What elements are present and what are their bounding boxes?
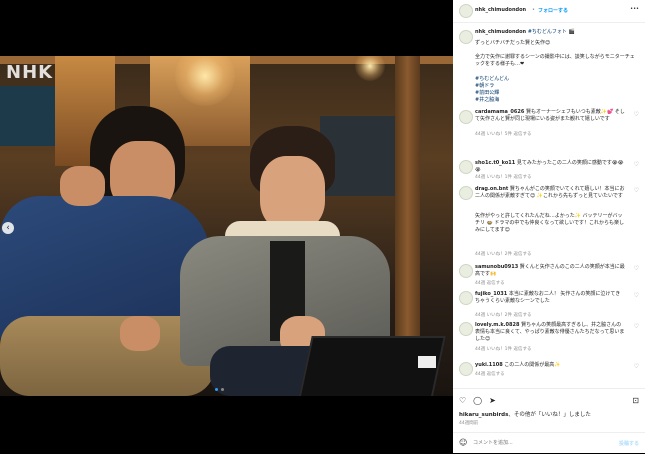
comment-body: この二人の関係が最高✨ — [504, 362, 561, 368]
comment-meta: 44週 いいね！2件 返信する — [475, 251, 531, 257]
like-icon[interactable]: ♡ — [459, 396, 466, 405]
emoji-icon[interactable]: ☺ — [459, 438, 467, 447]
reply-button[interactable]: 返信する — [513, 252, 531, 257]
caption-tag[interactable]: #前田公輝 — [475, 90, 635, 97]
caption-body: 全力で矢作に謝罪するシーンの撮影中には、談笑しながらモニターチェックをする様子も… — [475, 54, 635, 67]
comment-text: lovely.m.k.0828 賢ちゃんの笑顔最高すぎるし、井之脇さんの表情も本… — [475, 322, 625, 343]
comment-avatar[interactable] — [459, 362, 473, 376]
heart-icon[interactable]: ♡ — [634, 363, 639, 370]
likes-username[interactable]: hikaru_sunbirds — [459, 412, 508, 418]
comment-likes[interactable]: いいね！2件 — [487, 313, 512, 318]
share-icon[interactable]: ➤ — [489, 396, 496, 405]
comment-likes[interactable]: いいね！1件 — [487, 175, 512, 180]
comment-text: cardamama_0626 賢もオーナーシェフもいつも素敵✨💕 そして矢作さん… — [475, 109, 625, 123]
carousel-dot — [221, 388, 224, 391]
comment-text: yuki.1108 この二人の関係が最高✨ — [475, 362, 625, 369]
post-photo[interactable]: NHK ‹ — [0, 56, 453, 396]
reply-button[interactable]: 返信する — [513, 132, 531, 137]
comment-time: 44週 — [475, 175, 486, 180]
comment-avatar[interactable] — [459, 186, 473, 200]
heart-icon[interactable]: ♡ — [634, 292, 639, 299]
comment-likes[interactable]: いいね！1件 — [487, 347, 512, 352]
reply-button[interactable]: 返信する — [513, 347, 531, 352]
comment-meta: 44週 いいね！5件 返信する — [475, 131, 531, 137]
heart-icon[interactable]: ♡ — [634, 161, 639, 168]
comment-text: drag.on.bnt 賢ちゃんがこの笑顔でいてくれて嬉しい！本当にお二人の関係… — [475, 186, 625, 200]
header-username[interactable]: nhk_chimudondon — [475, 7, 526, 13]
post-sidebar: nhk_chimudondon • フォローする ••• nhk_chimudo… — [453, 0, 645, 453]
comment-username[interactable]: yuki.1108 — [475, 362, 503, 368]
caption: nhk_chimudondon #ちむどんフォト 🎬 — [475, 29, 635, 36]
comment-meta: 44週 いいね！1件 返信する — [475, 346, 531, 352]
comment-meta: 44週 いいね！2件 返信する — [475, 312, 531, 318]
caption-line: ずっとバチバチだった賢と矢作😊 — [475, 40, 551, 46]
post-comment-button[interactable]: 投稿する — [619, 440, 639, 447]
avatar[interactable] — [459, 4, 473, 18]
caption-tag[interactable]: #朝ドラ — [475, 83, 635, 90]
comment-avatar[interactable] — [459, 110, 473, 124]
reply-button[interactable]: 返信する — [513, 175, 531, 180]
follow-button[interactable]: フォローする — [538, 7, 568, 14]
heart-icon[interactable]: ♡ — [634, 323, 639, 330]
caption-username[interactable]: nhk_chimudondon — [475, 29, 526, 35]
comment-username[interactable]: cardamama_0626 — [475, 109, 524, 115]
comment-text: fujiko_1031 本当に素敵なお二人！ 矢作さんの笑顔に泣けてきちゃうくら… — [475, 291, 625, 305]
header-separator: • — [532, 7, 535, 13]
comment-icon[interactable]: ◯ — [473, 396, 482, 405]
reply-button[interactable]: 返信する — [487, 281, 505, 286]
comment-input[interactable] — [473, 438, 593, 448]
heart-icon[interactable]: ♡ — [634, 187, 639, 194]
carousel-dot — [215, 388, 218, 391]
carousel-dots — [215, 388, 224, 391]
reply-button[interactable]: 返信する — [487, 372, 505, 377]
post-header: nhk_chimudondon • フォローする ••• — [453, 0, 645, 23]
caption-hashtag[interactable]: #ちむどんフォト 🎬 — [528, 29, 575, 35]
comment-avatar[interactable] — [459, 291, 473, 305]
bookmark-icon[interactable]: ⊡ — [632, 396, 639, 405]
caption-tag[interactable]: #ちむどんどん — [475, 76, 635, 83]
divider — [453, 388, 645, 389]
comment-meta: 44週 返信する — [475, 280, 505, 286]
comment-time: 44週 — [475, 281, 486, 286]
post-date: 44週間前 — [459, 421, 479, 426]
comment-time: 44週 — [475, 252, 486, 257]
caption-avatar[interactable] — [459, 30, 473, 44]
post-actions: ♡ ◯ ➤ — [459, 396, 496, 405]
caption-tag[interactable]: #井之脇海 — [475, 97, 635, 104]
comment-time: 44週 — [475, 372, 486, 377]
comment-username[interactable]: lovely.m.k.0828 — [475, 322, 519, 328]
comment-avatar[interactable] — [459, 264, 473, 278]
heart-icon[interactable]: ♡ — [634, 111, 639, 118]
comment-likes[interactable]: いいね！2件 — [487, 252, 512, 257]
likes-summary[interactable]: hikaru_sunbirds、その他が「いいね！」しました — [459, 410, 591, 418]
comment-meta: 44週 返信する — [475, 371, 505, 377]
nhk-watermark: NHK — [6, 62, 54, 83]
carousel-prev-button[interactable]: ‹ — [2, 222, 14, 234]
ceiling-light-right — [355, 56, 385, 81]
comment-avatar[interactable] — [459, 322, 473, 336]
comment-text: 矢作がやっと許してくれたんだね…よかった✨ バッテリーがバッチリ 🍲 ドラマの中… — [475, 213, 625, 233]
comment-username[interactable]: drag.on.bnt — [475, 186, 508, 192]
comment-text: sho1c.t0_ko11 見てみたかったこの二人の笑顔に感動です😭😭😭 — [475, 160, 625, 174]
comment-text: samunobu0913 賢くんと矢作さんのこの二人の笑顔が本当に最高です🙌 — [475, 264, 625, 278]
comment-username[interactable]: sho1c.t0_ko11 — [475, 160, 515, 166]
likes-text: 、その他が「いいね！」しました — [508, 412, 591, 418]
comment-username[interactable]: fujiko_1031 — [475, 291, 507, 297]
heart-icon[interactable]: ♡ — [634, 265, 639, 272]
comment-time: 44週 — [475, 132, 486, 137]
comment-avatar[interactable] — [459, 160, 473, 174]
monitor-label — [418, 356, 436, 368]
reply-button[interactable]: 返信する — [513, 313, 531, 318]
comment-meta: 44週 いいね！1件 返信する — [475, 174, 531, 180]
comment-time: 44週 — [475, 347, 486, 352]
comment-username[interactable]: samunobu0913 — [475, 264, 518, 270]
comment-likes[interactable]: いいね！5件 — [487, 132, 512, 137]
more-options-icon[interactable]: ••• — [630, 6, 639, 12]
comment-bar: ☺ 投稿する — [453, 432, 645, 454]
comment-time: 44週 — [475, 313, 486, 318]
